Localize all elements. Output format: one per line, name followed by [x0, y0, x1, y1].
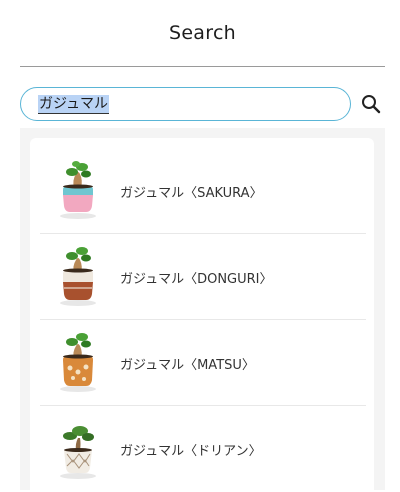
search-query-text[interactable]: ガジュマル: [38, 95, 110, 114]
result-item-durian[interactable]: ガジュマル〈ドリアン〉: [40, 406, 366, 492]
result-item-donguri[interactable]: ガジュマル〈DONGURI〉: [40, 234, 366, 320]
result-label: ガジュマル〈MATSU〉: [120, 358, 255, 373]
result-label: ガジュマル〈DONGURI〉: [120, 272, 273, 287]
page-title: Search: [168, 22, 237, 44]
result-item-sakura[interactable]: ガジュマル〈SAKURA〉: [40, 148, 366, 234]
result-label: ガジュマル〈ドリアン〉: [120, 444, 262, 459]
search-row: ガジュマル: [20, 87, 385, 125]
search-icon[interactable]: [360, 93, 382, 115]
search-input[interactable]: ガジュマル: [20, 87, 351, 121]
result-item-matsu[interactable]: ガジュマル〈MATSU〉: [40, 320, 366, 406]
pink-blue-pot-icon: [50, 158, 110, 224]
orange-pattern-pot-icon: [50, 330, 110, 396]
results-list: ガジュマル〈SAKURA〉 ガジュマル〈DONGURI〉 ガジュマル〈MATSU…: [30, 138, 374, 490]
white-brown-pot-icon: [50, 244, 110, 310]
result-label: ガジュマル〈SAKURA〉: [120, 186, 263, 201]
results-panel: ガジュマル〈SAKURA〉 ガジュマル〈DONGURI〉 ガジュマル〈MATSU…: [20, 128, 385, 490]
white-lattice-pot-icon: [50, 416, 110, 482]
page-header: Search: [20, 0, 385, 67]
